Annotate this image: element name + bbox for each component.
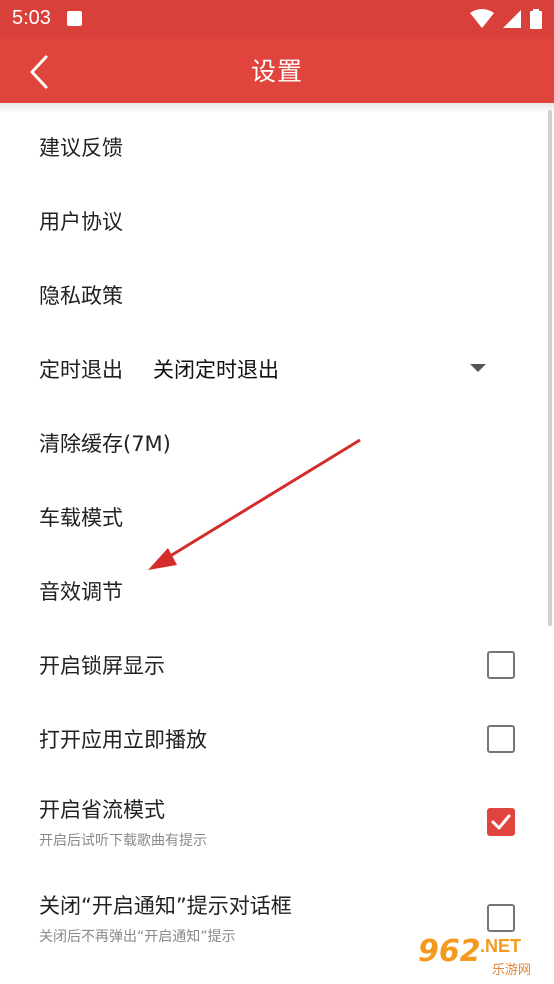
watermark-logo: 962 .NET 乐游网 [410,930,550,980]
annotation-arrow-icon [148,438,361,570]
watermark-domain: .NET [480,936,522,956]
watermark-number: 962 [418,934,481,969]
watermark-brand: 乐游网 [492,963,532,978]
